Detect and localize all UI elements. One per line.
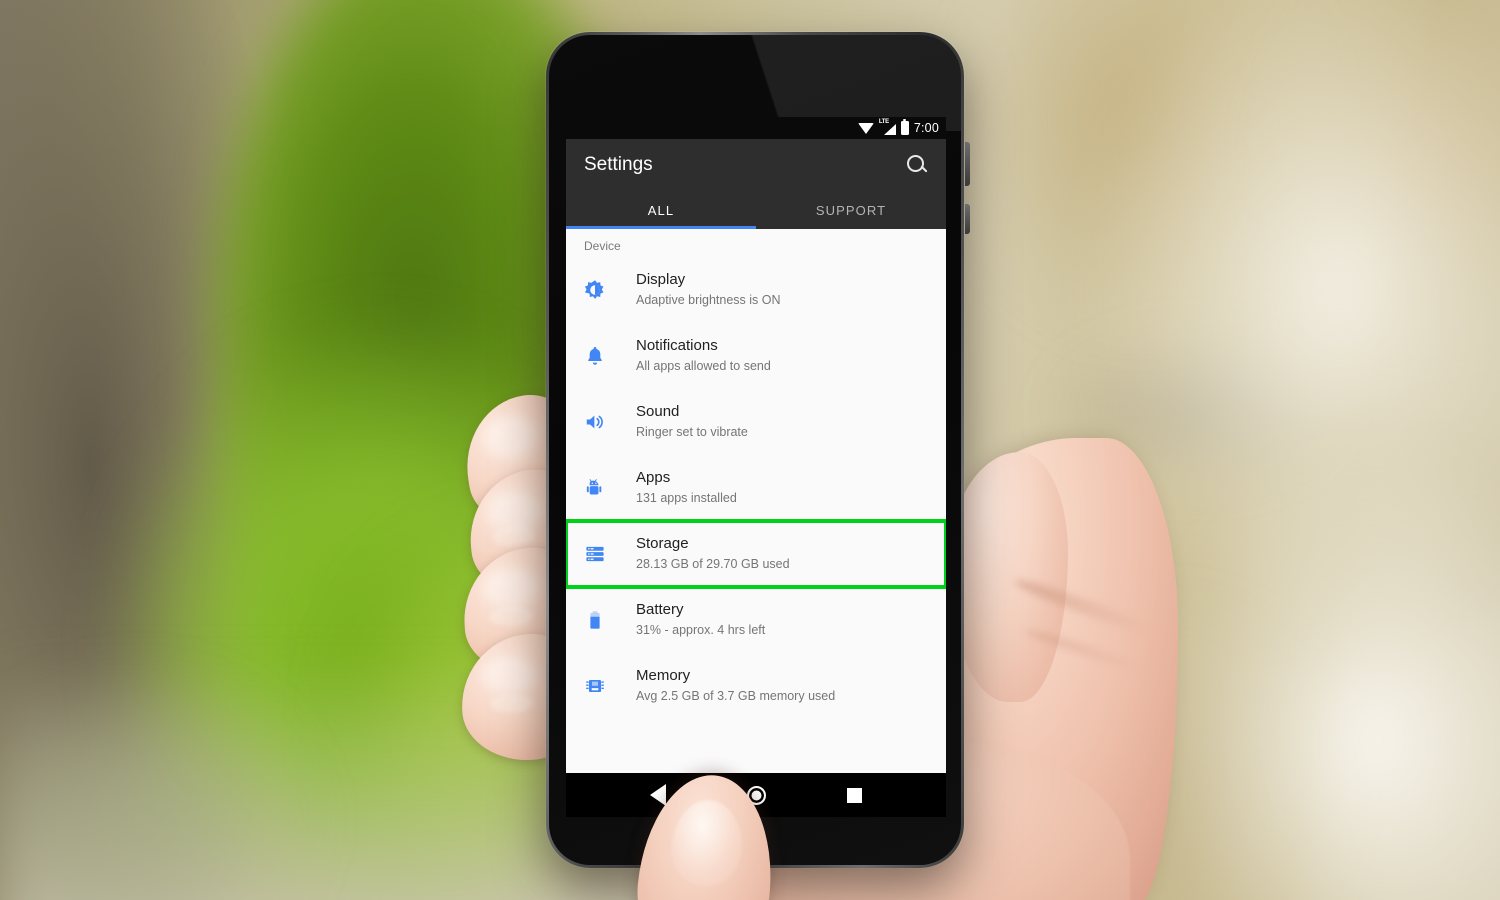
bell-icon xyxy=(584,345,622,367)
list-item-subtitle: 31% - approx. 4 hrs left xyxy=(636,622,766,637)
android-robot-icon xyxy=(584,477,622,499)
brightness-icon xyxy=(584,279,622,301)
list-item-memory[interactable]: Memory Avg 2.5 GB of 3.7 GB memory used xyxy=(566,653,946,719)
search-icon[interactable] xyxy=(906,154,928,176)
list-item-title: Memory xyxy=(636,667,691,685)
list-item-title: Sound xyxy=(636,403,680,421)
tab-all[interactable]: ALL xyxy=(566,191,756,229)
list-item-sound[interactable]: Sound Ringer set to vibrate xyxy=(566,389,946,455)
list-item-subtitle: 131 apps installed xyxy=(636,490,737,505)
list-item-display[interactable]: Display Adaptive brightness is ON xyxy=(566,257,946,323)
tab-bar: ALL SUPPORT xyxy=(566,191,946,229)
power-button[interactable] xyxy=(965,142,970,186)
speaker-icon xyxy=(584,411,622,433)
list-item-subtitle: Avg 2.5 GB of 3.7 GB memory used xyxy=(636,688,836,703)
list-item-title: Battery xyxy=(636,601,684,619)
thumb-base xyxy=(948,452,1068,702)
volume-button[interactable] xyxy=(965,204,970,234)
settings-list: Device Display Adaptive brightness is ON xyxy=(566,229,946,773)
recents-square-icon[interactable] xyxy=(846,787,862,803)
list-item-title: Storage xyxy=(636,535,689,553)
tab-support[interactable]: SUPPORT xyxy=(756,191,946,229)
memory-chip-icon xyxy=(584,675,622,697)
phone-device: LTE 7:00 Settings ALL SUPPORT Device Dis… xyxy=(546,32,970,868)
battery-icon xyxy=(584,609,622,631)
storage-stack-icon xyxy=(584,543,622,565)
list-item-subtitle: 28.13 GB of 29.70 GB used xyxy=(636,556,790,571)
wifi-icon xyxy=(857,122,874,134)
status-bar: LTE 7:00 xyxy=(566,117,946,139)
list-item-title: Notifications xyxy=(636,337,718,355)
page-title: Settings xyxy=(584,154,653,175)
app-bar: Settings xyxy=(566,139,946,191)
battery-icon xyxy=(900,118,909,135)
list-item-subtitle: Adaptive brightness is ON xyxy=(636,292,781,307)
list-item-title: Apps xyxy=(636,469,671,487)
list-item-apps[interactable]: Apps 131 apps installed xyxy=(566,455,946,521)
status-bar-clock: 7:00 xyxy=(913,121,939,135)
phone-body: LTE 7:00 Settings ALL SUPPORT Device Dis… xyxy=(549,35,961,865)
back-triangle-icon[interactable] xyxy=(650,784,667,806)
list-item-subtitle: Ringer set to vibrate xyxy=(636,424,748,439)
list-item-title: Display xyxy=(636,271,686,289)
list-item-subtitle: All apps allowed to send xyxy=(636,358,771,373)
lte-signal-icon: LTE xyxy=(879,119,896,135)
tab-active-indicator xyxy=(566,226,756,229)
section-header-device: Device xyxy=(584,239,621,253)
list-item-notifications[interactable]: Notifications All apps allowed to send xyxy=(566,323,946,389)
phone-screen: LTE 7:00 Settings ALL SUPPORT Device Dis… xyxy=(566,117,946,817)
list-item-battery[interactable]: Battery 31% - approx. 4 hrs left xyxy=(566,587,946,653)
list-item-storage[interactable]: Storage 28.13 GB of 29.70 GB used xyxy=(566,519,946,589)
